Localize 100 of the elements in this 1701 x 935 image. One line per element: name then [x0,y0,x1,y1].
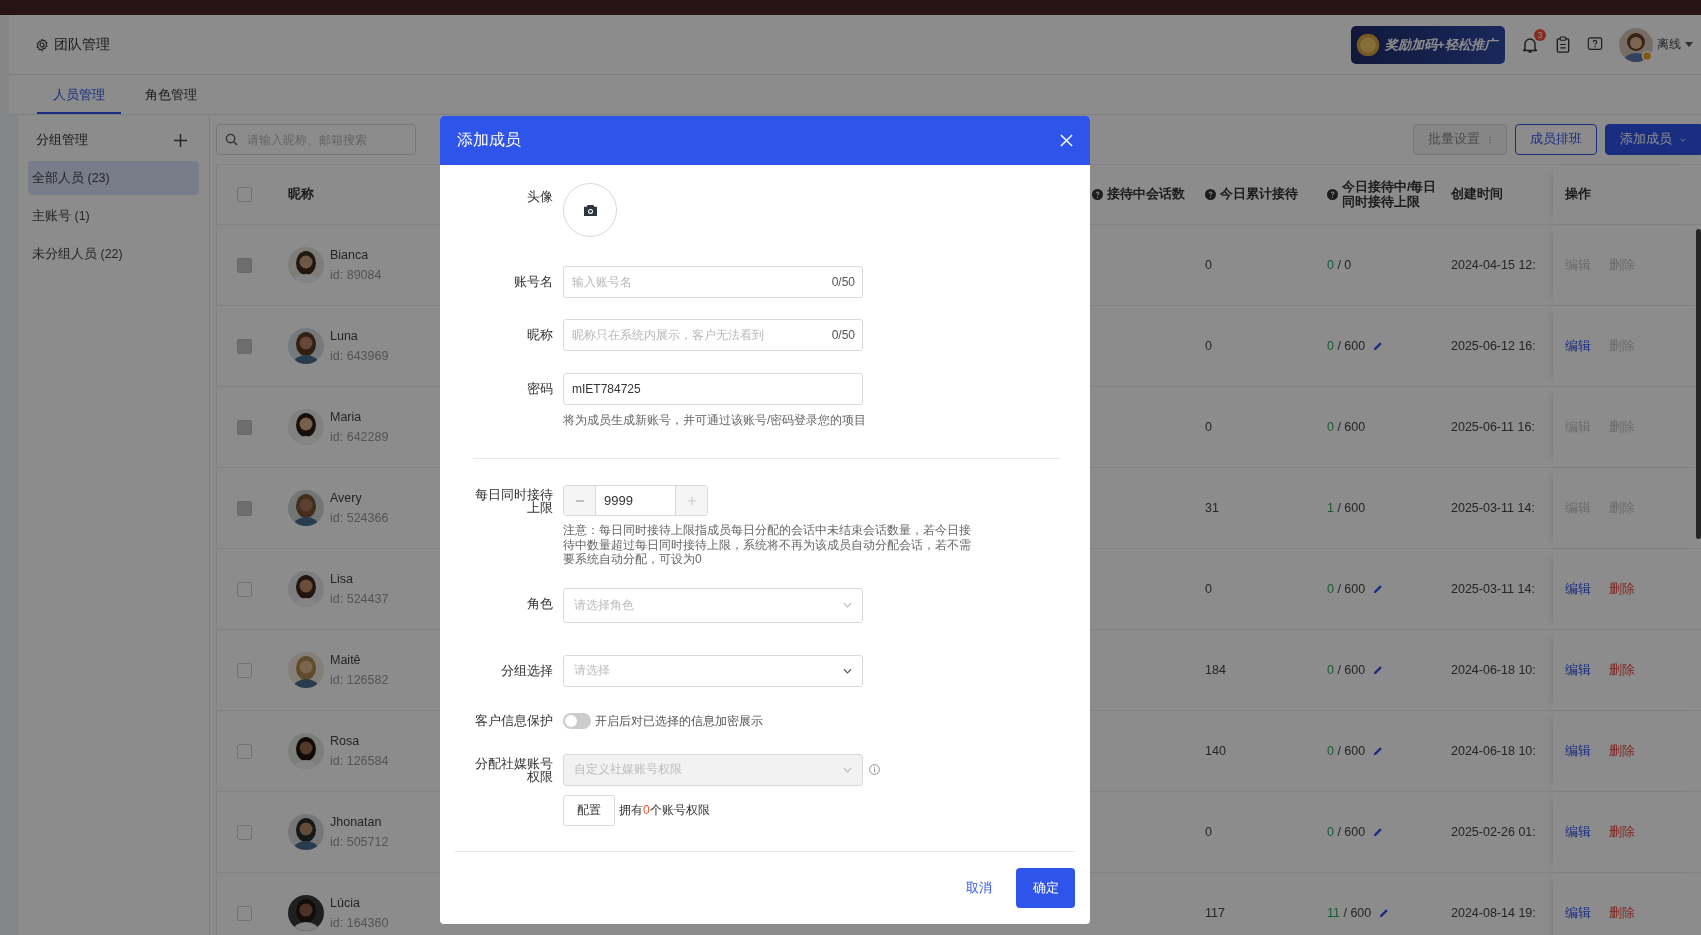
edit-link[interactable]: 编辑 [1565,661,1591,679]
table-cell: 140 [1205,744,1226,758]
form-label: 角色 [526,595,553,612]
toggle-switch[interactable] [563,713,591,729]
delete-link[interactable]: 删除 [1609,904,1635,922]
tab[interactable]: 角色管理 [129,79,213,114]
toolbar-button[interactable]: 添加成员 [1605,124,1701,155]
bell-icon[interactable] [1521,35,1539,54]
pencil-icon[interactable] [1373,746,1384,756]
character-counter: 0/50 [831,328,855,342]
member-id: id: 524366 [330,511,389,525]
member-name: Maria [330,410,363,424]
status-dropdown[interactable]: 离线 [1657,36,1693,53]
delete-link[interactable]: 删除 [1609,823,1635,841]
confirm-button[interactable]: 确定 [1016,868,1075,908]
table-cell: 0 [1205,825,1212,839]
info-icon[interactable] [869,764,880,775]
character-counter: 0/50 [831,275,855,289]
pencil-icon[interactable] [1379,908,1390,918]
search-icon [225,133,238,146]
field-hint: 将为成员生成新账号，并可通过该账号/密码登录您的项目 [563,412,867,429]
table-cell: 2024-06-18 10: [1451,663,1536,677]
form-label: 每日同时接待上限 [474,487,553,515]
scrollbar[interactable] [1696,229,1701,539]
member-id: id: 643969 [330,349,389,363]
table-cell: 0 / 600 [1327,663,1366,677]
column-header: 接待中会话数 [1107,186,1185,203]
form-label: 账号名 [513,274,553,290]
row-checkbox[interactable] [236,905,252,921]
table-cell: 2024-06-18 10: [1451,744,1536,758]
chevron-down-icon [843,766,852,773]
caret-icon [1685,42,1693,47]
row-checkbox[interactable] [236,662,252,678]
member-id: id: 126584 [330,754,389,768]
table-cell: 2025-06-12 16: [1451,339,1536,353]
column-header: 今日累计接待 [1220,186,1298,203]
pencil-icon[interactable] [1373,665,1384,675]
input-field[interactable]: mIET784725 [563,373,863,405]
row-checkbox[interactable] [236,743,252,759]
column-header: 今日接待中/每日同时接待上限 [1342,180,1438,209]
column-header: 创建时间 [1451,186,1503,203]
member-id: id: 126582 [330,673,389,687]
table-cell: 0 [1205,582,1212,596]
table-cell: 0 [1205,339,1212,353]
dialog-title: 添加成员 [457,130,521,150]
toolbar-button[interactable]: 成员排班 [1515,124,1597,155]
column-header: 操作 [1565,186,1591,203]
edit-link[interactable]: 编辑 [1565,823,1591,841]
member-name: Maitê [330,653,362,667]
delete-link[interactable]: 删除 [1609,580,1635,598]
form-label: 头像 [526,189,553,205]
row-checkbox[interactable] [236,581,252,597]
toggle-description: 开启后对已选择的信息加密展示 [595,712,763,730]
member-name: Luna [330,329,359,343]
close-icon[interactable] [1060,134,1073,147]
select-all-checkbox[interactable] [236,187,252,202]
select-field[interactable]: 请选择角色 [563,587,863,623]
table-cell: 2025-03-11 14: [1451,501,1535,515]
table-cell: 0 / 600 [1327,582,1366,596]
table-cell: 11 / 600 [1327,906,1372,920]
pencil-icon[interactable] [1373,584,1384,594]
sidebar-item[interactable]: 未分组人员 (22) [28,237,199,271]
delete-link[interactable]: 删除 [1609,742,1635,760]
row-checkbox[interactable] [236,824,252,840]
table-cell: 2024-04-15 12: [1451,258,1536,272]
table-cell: 31 [1205,501,1219,515]
member-name: Avery [330,491,363,505]
pencil-icon[interactable] [1373,827,1384,837]
cancel-button[interactable]: 取消 [962,879,996,897]
sidebar-item[interactable]: 全部人员 (23) [28,161,199,195]
member-name: Bianca [330,248,370,262]
member-id: id: 89084 [330,268,382,282]
table-cell: 184 [1205,663,1226,677]
edit-link[interactable]: 编辑 [1565,580,1591,598]
table-cell: 2024-08-14 19: [1451,906,1536,920]
form-label: 分配社媒账号权限 [474,755,553,784]
plus-icon[interactable] [174,133,187,147]
delete-link[interactable]: 删除 [1609,661,1635,679]
clipboard-icon[interactable] [1555,36,1571,53]
promo-banner[interactable]: 奖励加码+轻松推广 [1351,25,1505,64]
sidebar-item[interactable]: 主账号 (1) [28,199,199,233]
permission-count-text: 拥有0个账号权限 [619,801,710,819]
table-cell: 0 / 600 [1327,339,1366,353]
camera-icon [582,203,598,217]
gear-icon [35,37,49,52]
table-cell: 0 / 600 [1327,744,1366,758]
select-field[interactable]: 请选择 [563,654,863,687]
edit-link[interactable]: 编辑 [1565,742,1591,760]
table-cell: 2025-06-11 16: [1451,420,1535,434]
column-header: 昵称 [288,186,314,203]
help-icon[interactable] [1587,36,1603,53]
notification-badge: 3 [1534,28,1546,41]
form-label: 昵称 [526,327,553,343]
edit-link[interactable]: 编辑 [1565,904,1591,922]
member-name: Lúcia [330,896,361,910]
table-cell: 0 / 600 [1327,420,1366,434]
form-label: 密码 [526,381,553,397]
limit-note: 注意：每日同时接待上限指成员每日分配的会话中未结束会话数量，若今日接待中数量超过每日同时接待上限，系统将不再为该成员自动分配会话，若不需要系统自动分配，可设为0 [563,523,972,567]
number-stepper[interactable]: 9999 [563,485,708,516]
form-label: 分组选择 [500,662,553,679]
